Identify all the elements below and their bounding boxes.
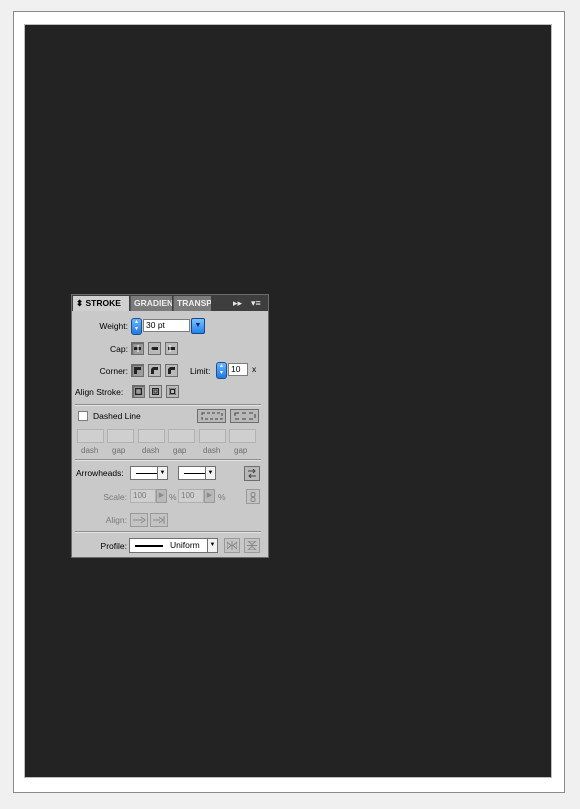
dashed-line-label: Dashed Line xyxy=(93,411,141,421)
tab-gradient[interactable]: GRADIENT xyxy=(130,296,172,311)
arrow-tip-beyond-button[interactable] xyxy=(130,513,148,527)
gap-field-3[interactable] xyxy=(229,429,256,443)
limit-unit: x xyxy=(252,364,257,374)
preserve-dash-button[interactable] xyxy=(197,409,226,423)
profile-dropdown[interactable]: Uniform ▼ xyxy=(129,538,218,553)
gap-label-1: gap xyxy=(112,446,126,455)
tab-stroke-label: STROKE xyxy=(85,298,121,308)
limit-stepper[interactable]: ▲ ▼ xyxy=(216,362,227,379)
separator xyxy=(75,459,261,461)
dash-field-2[interactable] xyxy=(138,429,165,443)
arrowhead-line xyxy=(184,473,206,474)
dash-field-1[interactable] xyxy=(77,429,104,443)
dash-field-3[interactable] xyxy=(199,429,226,443)
weight-dropdown-button[interactable]: ▼ xyxy=(191,318,205,334)
dash-label-1: dash xyxy=(81,446,99,455)
flip-across-icon xyxy=(247,541,257,550)
link-scale-button[interactable] xyxy=(246,489,260,504)
round-cap-button[interactable] xyxy=(148,342,161,355)
weight-stepper[interactable]: ▲ ▼ xyxy=(131,318,142,335)
chevron-down-icon: ▼ xyxy=(207,539,217,552)
profile-value: Uniform xyxy=(170,540,200,550)
dash-label-3: dash xyxy=(203,446,221,455)
bevel-join-button[interactable] xyxy=(165,364,178,377)
bevel-join-icon xyxy=(168,367,175,374)
round-cap-icon xyxy=(151,347,158,350)
panel-menu-icon[interactable]: ▾≡ xyxy=(251,297,261,309)
end-scale-field[interactable]: 100 xyxy=(178,489,204,503)
limit-input[interactable]: 10 xyxy=(228,363,248,376)
start-arrowhead-dropdown[interactable]: ▼ xyxy=(130,466,168,480)
cap-label: Cap: xyxy=(110,344,128,354)
start-scale-stepper[interactable]: ▶ xyxy=(156,489,167,503)
arrowheads-label: Arrowheads: xyxy=(76,468,124,478)
round-join-icon xyxy=(151,367,158,374)
tab-transparency[interactable]: TRANSP xyxy=(173,296,211,311)
projecting-cap-icon xyxy=(168,345,175,352)
flip-along-icon xyxy=(227,541,237,550)
flip-along-button[interactable] xyxy=(224,538,240,553)
arrowhead-line xyxy=(136,473,158,474)
corner-label: Corner: xyxy=(99,366,128,376)
dashed-line-checkbox[interactable] xyxy=(78,411,88,421)
butt-cap-button[interactable] xyxy=(131,342,144,355)
align-stroke-center-button[interactable] xyxy=(132,385,145,398)
chevron-down-icon: ▼ xyxy=(205,467,215,479)
tab-stroke[interactable]: ⬍ STROKE xyxy=(73,296,129,311)
link-icon xyxy=(250,492,256,502)
swap-arrowheads-button[interactable] xyxy=(244,466,260,481)
gap-field-2[interactable] xyxy=(168,429,195,443)
end-scale-percent: % xyxy=(218,492,226,502)
gap-label-2: gap xyxy=(173,446,187,455)
profile-label: Profile: xyxy=(100,541,127,551)
weight-input[interactable]: 30 pt xyxy=(143,319,190,332)
flip-across-button[interactable] xyxy=(244,538,260,553)
projecting-cap-button[interactable] xyxy=(165,342,178,355)
end-scale-stepper[interactable]: ▶ xyxy=(204,489,215,503)
collapse-panel-icon[interactable]: ▸▸ xyxy=(233,297,242,309)
scale-label: Scale: xyxy=(103,492,127,502)
miter-join-icon xyxy=(134,367,141,374)
separator xyxy=(75,531,261,533)
align-stroke-outside-button[interactable] xyxy=(166,385,179,398)
align-label: Align: xyxy=(105,515,127,525)
limit-label: Limit: xyxy=(190,366,211,376)
panel-tab-bar: ⬍ STROKE GRADIENT TRANSP ▸▸ ▾≡ xyxy=(72,295,268,311)
swap-icon xyxy=(248,469,256,478)
gap-field-1[interactable] xyxy=(107,429,134,443)
align-dash-corners-button[interactable] xyxy=(230,409,259,423)
weight-label: Weight: xyxy=(99,321,128,331)
start-scale-percent: % xyxy=(169,492,177,502)
align-dash-corners-icon xyxy=(234,412,256,420)
round-join-button[interactable] xyxy=(148,364,161,377)
miter-join-button[interactable] xyxy=(131,364,144,377)
profile-preview-line xyxy=(135,545,163,547)
align-stroke-label: Align Stroke: xyxy=(75,387,124,397)
end-arrowhead-dropdown[interactable]: ▼ xyxy=(178,466,216,480)
arrow-beyond-icon xyxy=(133,516,146,524)
align-inside-icon xyxy=(152,388,159,395)
align-center-icon xyxy=(135,388,142,395)
preserve-dash-icon xyxy=(201,412,223,420)
align-stroke-inside-button[interactable] xyxy=(149,385,162,398)
arrow-at-end-icon xyxy=(153,516,165,524)
tab-toggle-icon: ⬍ xyxy=(76,298,84,308)
stroke-panel: ⬍ STROKE GRADIENT TRANSP ▸▸ ▾≡ Weight: ▲… xyxy=(71,294,269,558)
start-scale-field[interactable]: 100 xyxy=(130,489,156,503)
gap-label-3: gap xyxy=(234,446,248,455)
butt-cap-icon xyxy=(134,345,141,352)
tab-transparency-label: TRANSP xyxy=(177,298,211,308)
chevron-down-icon: ▼ xyxy=(157,467,167,479)
align-outside-icon xyxy=(169,388,176,395)
dash-label-2: dash xyxy=(142,446,160,455)
separator xyxy=(75,404,261,406)
arrow-tip-at-end-button[interactable] xyxy=(150,513,168,527)
tab-gradient-label: GRADIENT xyxy=(134,298,172,308)
